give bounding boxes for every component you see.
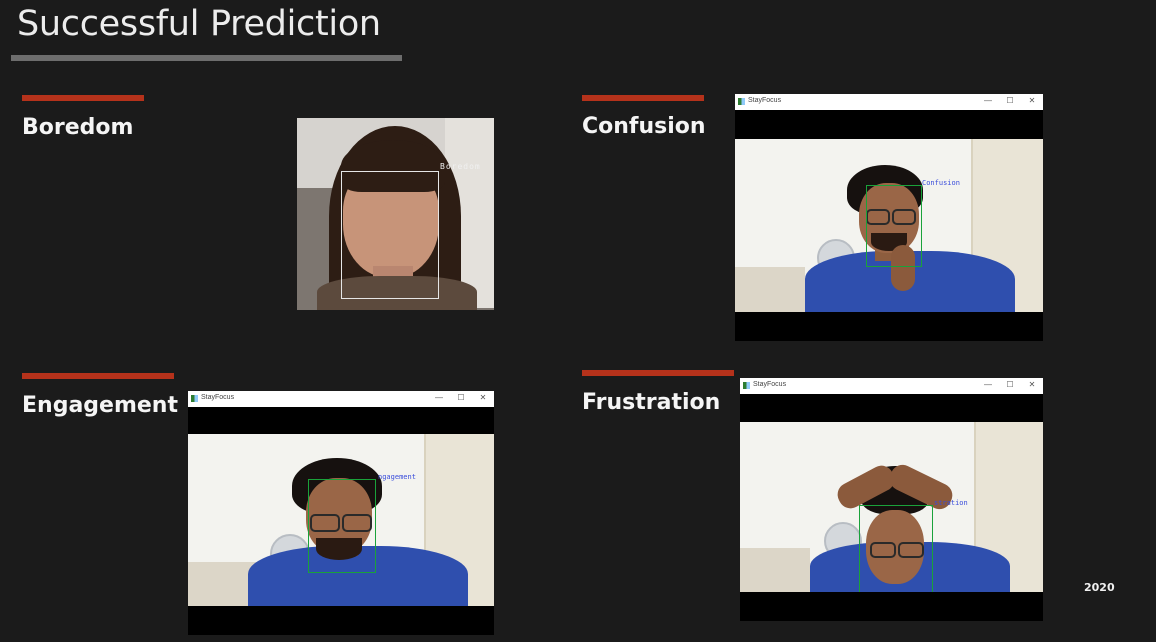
frustration-label: Frustration [582,390,721,415]
slide-title: Successful Prediction [17,4,381,44]
frustration-accent-bar [582,370,734,376]
camera-shelf [735,267,805,312]
year-label: 2020 [1084,581,1115,594]
maximize-button[interactable]: ☐ [1003,380,1017,389]
face-bounding-box [341,171,439,299]
window-titlebar[interactable]: StayFocus — ☐ ✕ [740,378,1043,394]
prediction-label: Confusion [922,179,960,187]
close-button[interactable]: ✕ [1025,96,1039,105]
close-button[interactable]: ✕ [1025,380,1039,389]
boredom-label: Boredom [22,115,134,140]
confusion-label: Confusion [582,114,706,139]
confusion-accent-bar [582,95,704,101]
face-bounding-box [308,479,376,573]
boredom-photo: Boredom [297,118,494,310]
maximize-button[interactable]: ☐ [454,393,468,402]
minimize-button[interactable]: — [981,96,995,105]
prediction-label: stration [934,499,968,507]
title-underline [11,55,402,61]
frustration-window: StayFocus — ☐ ✕ stration [740,378,1043,621]
window-titlebar[interactable]: StayFocus — ☐ ✕ [188,391,494,407]
app-icon [738,98,745,105]
close-button[interactable]: ✕ [476,393,490,402]
camera-feed: stration [740,422,1043,592]
face-bounding-box [859,505,933,592]
engagement-label: Engagement [22,393,178,418]
face-bounding-box [866,185,922,267]
window-titlebar[interactable]: StayFocus — ☐ ✕ [735,94,1043,110]
minimize-button[interactable]: — [432,393,446,402]
engagement-accent-bar [22,373,174,379]
app-icon [743,382,750,389]
camera-shelf [740,548,810,592]
window-title: StayFocus [753,381,787,388]
maximize-button[interactable]: ☐ [1003,96,1017,105]
engagement-window: StayFocus — ☐ ✕ ngagement [188,391,494,635]
prediction-label: Boredom [440,162,481,171]
window-title: StayFocus [748,97,782,104]
app-icon [191,395,198,402]
window-title: StayFocus [201,394,235,401]
prediction-label: ngagement [378,473,416,481]
boredom-accent-bar [22,95,144,101]
camera-feed: ngagement [188,434,494,606]
minimize-button[interactable]: — [981,380,995,389]
confusion-window: StayFocus — ☐ ✕ Confusion [735,94,1043,341]
camera-feed: Confusion [735,139,1043,312]
